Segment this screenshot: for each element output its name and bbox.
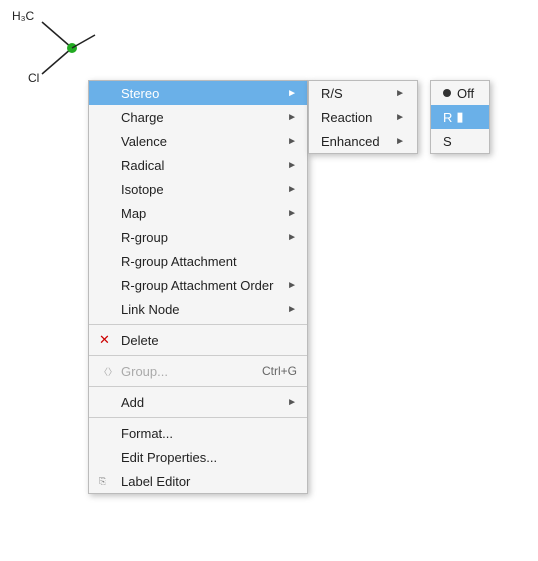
arrow-icon: ► — [287, 88, 297, 99]
menu-item-label-editor[interactable]: ⎘ Label Editor — [89, 469, 307, 493]
menu-item-link-node[interactable]: Link Node ► — [89, 297, 307, 321]
option-s[interactable]: S — [431, 129, 489, 153]
menu-item-rgroup[interactable]: R-group ► — [89, 225, 307, 249]
separator-4 — [89, 417, 307, 418]
menu-item-map[interactable]: Map ► — [89, 201, 307, 225]
menu-item-rgroup-attachment-order[interactable]: R-group Attachment Order ► — [89, 273, 307, 297]
arrow-icon: ► — [395, 112, 405, 123]
cursor-icon: ▮ — [456, 109, 463, 125]
arrow-icon: ► — [287, 232, 297, 243]
context-menu: Stereo ► Charge ► Valence ► Radical ► Is… — [88, 80, 308, 494]
menu-item-delete[interactable]: ✕ Delete — [89, 328, 307, 352]
submenu-item-reaction[interactable]: Reaction ► — [309, 105, 417, 129]
arrow-icon: ► — [287, 112, 297, 123]
arrow-icon: ► — [287, 280, 297, 291]
label-editor-icon: ⎘ — [99, 476, 106, 487]
h3c-label: H₃C — [12, 9, 35, 23]
arrow-icon: ► — [287, 136, 297, 147]
radio-dot-icon — [443, 89, 451, 97]
menu-item-add[interactable]: Add ► — [89, 390, 307, 414]
menu-item-group[interactable]: 〈〉 Group... Ctrl+G — [89, 359, 307, 383]
arrow-icon: ► — [395, 88, 405, 99]
arrow-icon: ► — [287, 304, 297, 315]
delete-icon: ✕ — [99, 332, 110, 348]
menu-item-charge[interactable]: Charge ► — [89, 105, 307, 129]
arrow-icon: ► — [395, 136, 405, 147]
submenu-item-rs[interactable]: R/S ► — [309, 81, 417, 105]
submenu-rs: R/S ► Reaction ► Enhanced ► — [308, 80, 418, 154]
separator-3 — [89, 386, 307, 387]
menu-item-isotope[interactable]: Isotope ► — [89, 177, 307, 201]
menu-item-valence[interactable]: Valence ► — [89, 129, 307, 153]
menu-item-stereo[interactable]: Stereo ► — [89, 81, 307, 105]
arrow-icon: ► — [287, 160, 297, 171]
option-r[interactable]: R ▮ — [431, 105, 489, 129]
separator-1 — [89, 324, 307, 325]
cl-label: Cl — [28, 71, 39, 85]
menu-item-edit-properties[interactable]: Edit Properties... — [89, 445, 307, 469]
arrow-icon: ► — [287, 184, 297, 195]
menu-item-format[interactable]: Format... — [89, 421, 307, 445]
menu-item-rgroup-attachment[interactable]: R-group Attachment — [89, 249, 307, 273]
separator-2 — [89, 355, 307, 356]
menu-item-radical[interactable]: Radical ► — [89, 153, 307, 177]
submenu-rs-options: Off R ▮ S — [430, 80, 490, 154]
group-icon: 〈〉 — [99, 365, 117, 378]
arrow-icon: ► — [287, 397, 297, 408]
group-shortcut: Ctrl+G — [262, 364, 297, 378]
submenu-item-enhanced[interactable]: Enhanced ► — [309, 129, 417, 153]
option-off[interactable]: Off — [431, 81, 489, 105]
arrow-icon: ► — [287, 208, 297, 219]
